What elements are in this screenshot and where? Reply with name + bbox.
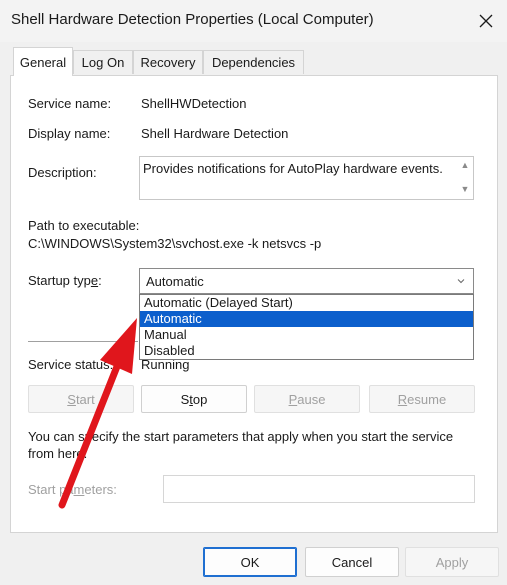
description-label: Description: bbox=[28, 165, 97, 180]
tab-dependencies[interactable]: Dependencies bbox=[203, 50, 304, 74]
chevron-down-icon bbox=[457, 279, 465, 284]
path-label: Path to executable: bbox=[28, 218, 140, 233]
cancel-button[interactable]: Cancel bbox=[305, 547, 399, 577]
service-name-value: ShellHWDetection bbox=[141, 96, 247, 111]
start-params-info: You can specify the start parameters tha… bbox=[28, 429, 454, 461]
apply-button[interactable]: Apply bbox=[405, 547, 499, 577]
tab-general[interactable]: General bbox=[13, 47, 73, 76]
close-button[interactable] bbox=[470, 6, 502, 36]
close-icon bbox=[479, 14, 493, 28]
option-disabled[interactable]: Disabled bbox=[140, 343, 473, 359]
path-value: C:\WINDOWS\System32\svchost.exe -k netsv… bbox=[28, 236, 322, 251]
service-name-label: Service name: bbox=[28, 96, 112, 111]
description-textbox[interactable]: Provides notifications for AutoPlay hard… bbox=[139, 156, 474, 200]
option-manual[interactable]: Manual bbox=[140, 327, 473, 343]
resume-button[interactable]: Resume bbox=[369, 385, 475, 413]
startup-type-label: Startup type: bbox=[28, 273, 102, 288]
display-name-label: Display name: bbox=[28, 126, 111, 141]
display-name-value: Shell Hardware Detection bbox=[141, 126, 289, 141]
scroll-down-icon[interactable]: ▼ bbox=[459, 184, 471, 196]
separator bbox=[28, 341, 138, 342]
option-automatic-delayed[interactable]: Automatic (Delayed Start) bbox=[140, 295, 473, 311]
pause-button[interactable]: Pause bbox=[254, 385, 360, 413]
tab-recovery[interactable]: Recovery bbox=[133, 50, 203, 74]
option-automatic[interactable]: Automatic bbox=[140, 311, 473, 327]
service-status-label: Service status: bbox=[28, 357, 114, 372]
title-bar: Shell Hardware Detection Properties (Loc… bbox=[0, 0, 507, 42]
stop-button[interactable]: St op bbox=[141, 385, 247, 413]
start-params-input[interactable] bbox=[163, 475, 475, 503]
startup-type-dropdown: Automatic (Delayed Start) Automatic Manu… bbox=[139, 294, 474, 360]
start-params-label: Start pameters: bbox=[28, 482, 117, 497]
tab-log-on[interactable]: Log On bbox=[73, 50, 133, 74]
scroll-up-icon[interactable]: ▲ bbox=[459, 160, 471, 172]
ok-button[interactable]: OK bbox=[203, 547, 297, 577]
start-button[interactable]: Start bbox=[28, 385, 134, 413]
startup-type-value: Automatic bbox=[146, 274, 204, 289]
window-title: Shell Hardware Detection Properties (Loc… bbox=[11, 11, 374, 28]
startup-type-select[interactable]: Automatic bbox=[139, 268, 474, 294]
description-text: Provides notifications for AutoPlay hard… bbox=[143, 161, 443, 176]
